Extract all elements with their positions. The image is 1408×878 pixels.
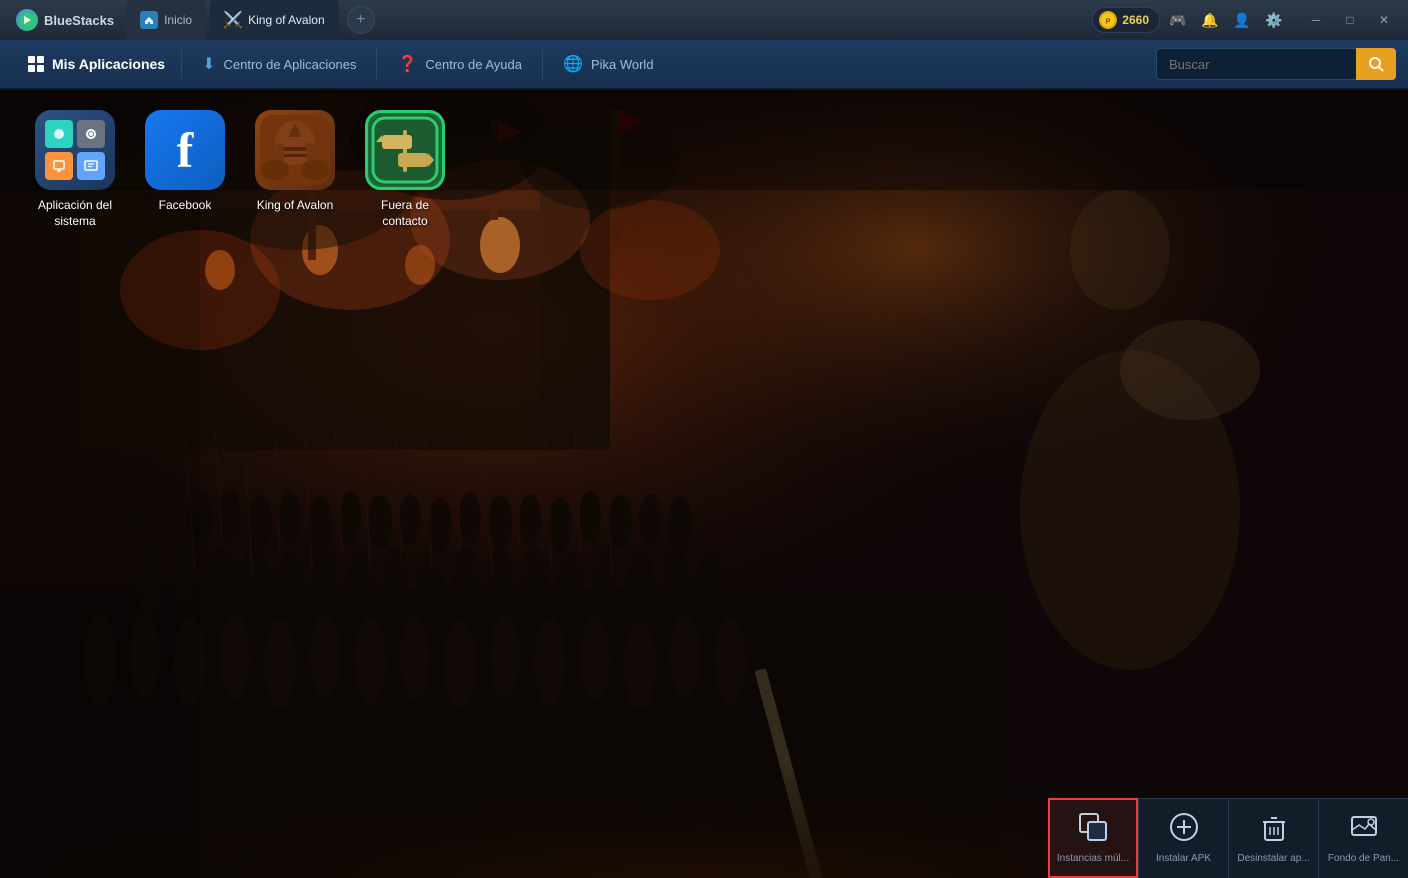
bs-logo-icon (16, 9, 38, 31)
nav-pika-label: Pika World (591, 57, 654, 72)
nav-search (1156, 48, 1396, 80)
app-label-facebook: Facebook (159, 198, 212, 214)
instalar-apk-label: Instalar APK (1156, 853, 1211, 865)
instancias-label: Instancias múl... (1057, 853, 1129, 865)
notification-icon[interactable]: 🔔 (1196, 6, 1224, 34)
app-icon-facebook: f (145, 110, 225, 190)
my-apps-button[interactable]: Mis Aplicaciones (12, 40, 181, 88)
app-item-sistema[interactable]: Aplicación del sistema (30, 110, 120, 229)
settings-icon[interactable]: ⚙️ (1260, 6, 1288, 34)
app-item-king[interactable]: King of Avalon (250, 110, 340, 229)
app-item-fuera[interactable]: Fuera de contacto (360, 110, 450, 229)
desinstalar-icon (1259, 812, 1289, 849)
sys-icon-teal (45, 120, 73, 148)
nav-help-center[interactable]: ❓ Centro de Ayuda (377, 40, 542, 88)
svg-text:P: P (1106, 19, 1111, 26)
nav-app-center[interactable]: ⬇ Centro de Aplicaciones (182, 40, 376, 88)
tab-home-label: Inicio (164, 13, 192, 27)
coin-amount: 2660 (1122, 13, 1149, 27)
desinstalar-label: Desinstalar ap... (1237, 853, 1309, 865)
main-content: Aplicación del sistema f Facebook (0, 90, 1408, 878)
my-apps-label: Mis Aplicaciones (52, 56, 165, 72)
tab-king-label: King of Avalon (248, 13, 325, 27)
instalar-apk-icon (1169, 812, 1199, 849)
nav-pika-world[interactable]: 🌐 Pika World (543, 40, 674, 88)
maximize-button[interactable]: □ (1334, 6, 1366, 34)
sys-icon-gray (77, 120, 105, 148)
fondo-label: Fondo de Pan... (1328, 853, 1399, 865)
grid-icon (28, 56, 44, 72)
app-label-king: King of Avalon (257, 198, 334, 214)
user-icon[interactable]: 👤 (1228, 6, 1256, 34)
app-icon-king (255, 110, 335, 190)
toolbar-instalar-apk[interactable]: Instalar APK (1138, 798, 1228, 878)
home-tab-icon (140, 11, 158, 29)
tab-king[interactable]: ⚔️ King of Avalon (210, 0, 339, 40)
bluestacks-text: BlueStacks (44, 13, 114, 28)
download-icon: ⬇ (202, 54, 215, 74)
toolbar-desinstalar[interactable]: Desinstalar ap... (1228, 798, 1318, 878)
help-icon: ❓ (397, 54, 417, 74)
nav-bar: Mis Aplicaciones ⬇ Centro de Aplicacione… (0, 40, 1408, 90)
coin-icon: P (1099, 11, 1117, 29)
search-button[interactable] (1356, 48, 1396, 80)
close-button[interactable]: ✕ (1368, 6, 1400, 34)
search-input[interactable] (1156, 48, 1356, 80)
app-label-fuera: Fuera de contacto (360, 198, 450, 229)
pika-icon: 🌐 (563, 54, 583, 74)
app-icon-sistema (35, 110, 115, 190)
toolbar-fondo[interactable]: Fondo de Pan... (1318, 798, 1408, 878)
app-label-sistema: Aplicación del sistema (30, 198, 120, 229)
bottom-toolbar: Instancias múl... Instalar APK (1048, 798, 1408, 878)
fondo-icon (1349, 812, 1379, 849)
toolbar-instancias[interactable]: Instancias múl... (1048, 798, 1138, 878)
nav-help-label: Centro de Ayuda (425, 57, 522, 72)
nav-app-center-label: Centro de Aplicaciones (223, 57, 356, 72)
sys-icon-blue (77, 152, 105, 180)
apps-grid: Aplicación del sistema f Facebook (30, 110, 450, 229)
new-tab-button[interactable]: + (347, 6, 375, 34)
instancias-icon (1078, 812, 1108, 849)
title-bar: BlueStacks Inicio ⚔️ King of Avalon + P (0, 0, 1408, 40)
titlebar-right: P 2660 🎮 🔔 👤 ⚙️ ─ □ ✕ (1092, 6, 1400, 34)
app-icon-fuera (365, 110, 445, 190)
minimize-button[interactable]: ─ (1300, 6, 1332, 34)
app-item-facebook[interactable]: f Facebook (140, 110, 230, 229)
sys-icon-orange (45, 152, 73, 180)
bluestacks-logo[interactable]: BlueStacks (8, 9, 122, 31)
window-controls: ─ □ ✕ (1300, 6, 1400, 34)
tab-home[interactable]: Inicio (126, 0, 206, 40)
coin-badge[interactable]: P 2660 (1092, 7, 1160, 33)
king-tab-icon: ⚔️ (224, 11, 242, 29)
gamepad-icon[interactable]: 🎮 (1164, 6, 1192, 34)
